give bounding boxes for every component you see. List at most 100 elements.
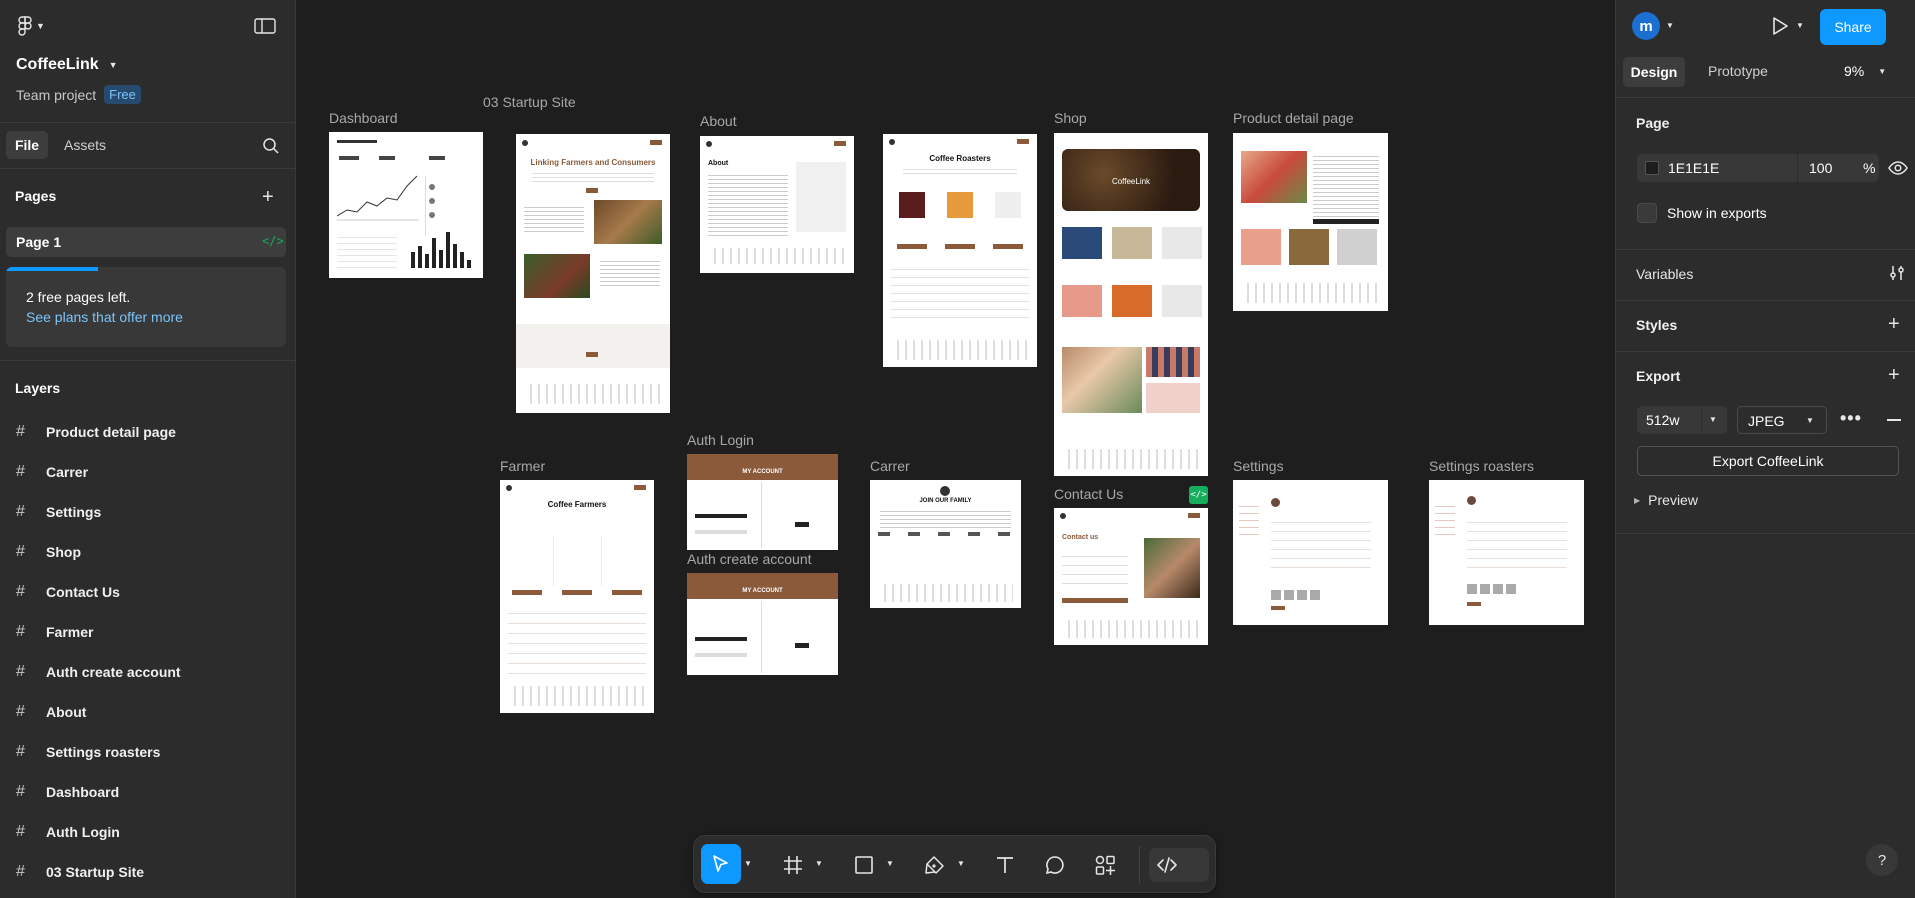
add-style-plus-icon[interactable]: + [1888, 313, 1900, 336]
tab-file[interactable]: File [6, 131, 48, 159]
add-export-plus-icon[interactable]: + [1888, 364, 1900, 387]
frame-dashboard[interactable] [329, 132, 483, 278]
pages-title: Pages [15, 188, 57, 204]
frame-auth-login[interactable]: MY ACCOUNT [687, 454, 838, 550]
share-button[interactable]: Share [1820, 9, 1886, 45]
frame-label-auth-create[interactable]: Auth create account [687, 551, 812, 567]
frame-layer-icon: # [16, 863, 25, 880]
frame-settings-roasters[interactable] [1429, 480, 1584, 625]
chevron-down-icon[interactable]: ▼ [744, 859, 752, 868]
actions-icon[interactable] [1094, 854, 1116, 876]
page-section-title: Page [1636, 115, 1670, 131]
layer-item[interactable]: # About [16, 696, 86, 728]
chevron-down-icon[interactable]: ▼ [1666, 21, 1674, 30]
layer-item[interactable]: # Farmer [16, 616, 93, 648]
plan-badge[interactable]: Free [104, 85, 141, 104]
frame-label-settings[interactable]: Settings [1233, 458, 1284, 474]
background-hex[interactable]: 1E1E1E [1668, 160, 1719, 176]
export-format-select[interactable]: JPEG ▼ [1737, 406, 1827, 434]
play-icon[interactable] [1771, 16, 1789, 36]
pen-tool-icon[interactable] [924, 854, 946, 876]
layer-label: Contact Us [46, 584, 120, 600]
frame-label-about[interactable]: About [700, 113, 737, 129]
more-options-icon[interactable]: ••• [1840, 408, 1862, 429]
zoom-level: 9% [1844, 63, 1865, 79]
tab-design[interactable]: Design [1623, 57, 1685, 87]
file-name-button[interactable]: CoffeeLink ▼ [16, 56, 118, 74]
move-tool-button[interactable] [701, 844, 741, 884]
frame-label-dashboard[interactable]: Dashboard [329, 110, 398, 126]
frame-label-contact-us[interactable]: Contact Us [1054, 486, 1123, 502]
frame-coffee-roasters[interactable]: Coffee Roasters [883, 134, 1037, 367]
layer-item[interactable]: # Settings roasters [16, 736, 160, 768]
frame-farmer[interactable]: Coffee Farmers [500, 480, 654, 713]
layer-item[interactable]: # Contact Us [16, 576, 120, 608]
layer-label: Dashboard [46, 784, 120, 800]
frame-label-startup-site[interactable]: 03 Startup Site [483, 94, 576, 110]
remove-export-icon[interactable] [1887, 419, 1901, 421]
chevron-down-icon[interactable]: ▼ [815, 859, 823, 868]
show-in-exports-row[interactable]: Show in exports [1637, 203, 1767, 223]
preview-toggle[interactable]: ▶ Preview [1634, 492, 1698, 508]
frame-label-product-detail[interactable]: Product detail page [1233, 110, 1354, 126]
main-menu-button[interactable]: ▼ [18, 16, 45, 36]
eye-icon[interactable] [1888, 159, 1908, 177]
layer-item[interactable]: # Auth create account [16, 656, 181, 688]
export-button[interactable]: Export CoffeeLink [1637, 446, 1899, 476]
frame-auth-create[interactable]: MY ACCOUNT [687, 573, 838, 675]
user-avatar[interactable]: m [1632, 12, 1660, 40]
see-plans-link[interactable]: See plans that offer more [26, 309, 183, 325]
layer-item[interactable]: # Dashboard [16, 776, 119, 808]
layer-item[interactable]: # Settings [16, 496, 101, 528]
layer-item[interactable]: # Auth Login [16, 816, 120, 848]
dev-ready-badge-icon[interactable]: </> [1189, 486, 1208, 504]
tab-prototype[interactable]: Prototype [1708, 63, 1768, 79]
layer-item[interactable]: #03 Startup Site [16, 856, 144, 888]
dev-mode-toggle[interactable] [1149, 848, 1209, 882]
frame-about[interactable]: About [700, 136, 854, 273]
frame-startup-site[interactable]: Linking Farmers and Consumers [516, 134, 670, 413]
chevron-down-icon: ▼ [36, 21, 45, 31]
frame-label-settings-roasters[interactable]: Settings roasters [1429, 458, 1534, 474]
frame-label-auth-login[interactable]: Auth Login [687, 432, 754, 448]
layer-label: Product detail page [46, 424, 176, 440]
layer-item[interactable]: # Carrer [16, 456, 88, 488]
frame-tool-icon[interactable] [782, 854, 804, 876]
chevron-down-icon[interactable]: ▼ [957, 859, 965, 868]
layer-label: About [46, 704, 87, 720]
text-tool-icon[interactable] [994, 854, 1016, 876]
layer-label: 03 Startup Site [46, 864, 145, 880]
adjust-icon[interactable] [1888, 264, 1906, 282]
chevron-down-icon[interactable]: ▼ [1796, 21, 1804, 30]
chevron-down-icon[interactable]: ▼ [886, 859, 894, 868]
thumb-about-heading: About [708, 160, 729, 167]
tab-assets[interactable]: Assets [64, 131, 106, 159]
layer-item[interactable]: # Shop [16, 536, 81, 568]
background-fill-field[interactable]: 1E1E1E 100 % [1637, 154, 1879, 182]
layer-label: Shop [46, 544, 81, 560]
frame-settings[interactable] [1233, 480, 1388, 625]
frame-product-detail[interactable] [1233, 133, 1388, 311]
rectangle-tool-icon[interactable] [854, 855, 874, 875]
comment-tool-icon[interactable] [1044, 854, 1066, 876]
frame-carrer[interactable]: JOIN OUR FAMILY [870, 480, 1021, 608]
frame-label-farmer[interactable]: Farmer [500, 458, 545, 474]
add-page-plus-icon[interactable]: + [262, 186, 274, 209]
sidebar-toggle-icon[interactable] [254, 17, 276, 35]
search-icon[interactable] [262, 137, 280, 155]
free-pages-progress [6, 267, 98, 271]
zoom-control[interactable]: 9% ▼ [1844, 63, 1886, 79]
frame-label-carrer[interactable]: Carrer [870, 458, 910, 474]
frame-shop[interactable]: CoffeeLink [1054, 133, 1208, 476]
layer-item[interactable]: # Product detail page [16, 416, 176, 448]
frame-contact-us[interactable]: Contact us [1054, 508, 1208, 645]
background-opacity[interactable]: 100 [1809, 160, 1832, 176]
page-item-page-1[interactable]: Page 1 </> [6, 227, 286, 257]
background-color-swatch[interactable] [1645, 161, 1659, 175]
canvas[interactable]: Dashboard 03 Startup Site Linking Farmer… [297, 0, 1614, 898]
help-button[interactable]: ? [1866, 844, 1898, 876]
export-scale-select[interactable]: 512w ▼ [1637, 406, 1727, 434]
show-in-exports-checkbox[interactable] [1637, 203, 1657, 223]
frame-label-shop[interactable]: Shop [1054, 110, 1087, 126]
layer-label: Auth create account [46, 664, 181, 680]
